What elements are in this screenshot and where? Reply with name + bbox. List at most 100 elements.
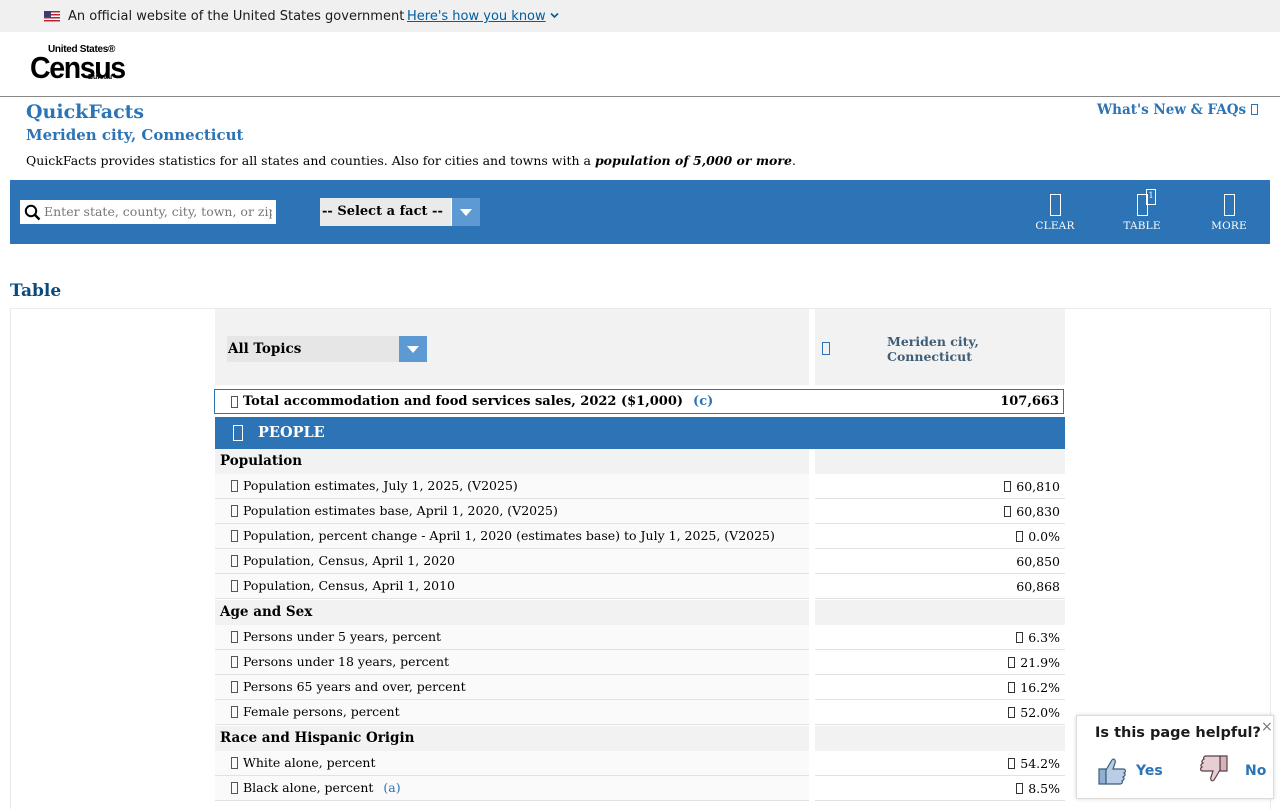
flag-icon[interactable]: [1008, 682, 1016, 693]
info-icon[interactable]: [231, 757, 238, 769]
row-label: White alone, percent: [243, 755, 376, 770]
site-header: United States® Census Bureau: [0, 32, 1280, 97]
selected-fact-label: Total accommodation and food services sa…: [243, 394, 713, 409]
row-label: Population estimates, July 1, 2025, (V20…: [243, 478, 518, 493]
official-site-text: An official website of the United States…: [68, 9, 405, 24]
toolbar: -- Select a fact -- CLEAR 1 TABLE MORE: [10, 180, 1270, 244]
group-label: Race and Hispanic Origin: [220, 730, 415, 746]
table-button[interactable]: 1 TABLE: [1112, 189, 1172, 236]
row-value: 54.2%: [1008, 756, 1060, 771]
clear-label: CLEAR: [1035, 220, 1075, 232]
flag-icon[interactable]: [1008, 707, 1016, 718]
table-count-badge: 1: [1146, 189, 1156, 205]
row-label: Population, Census, April 1, 2010: [243, 578, 455, 593]
footnote-link[interactable]: (a): [383, 780, 400, 795]
table-row: Population estimates base, April 1, 2020…: [215, 499, 1065, 524]
chevron-down-icon[interactable]: [399, 336, 427, 362]
info-icon[interactable]: [231, 480, 238, 492]
row-value: 21.9%: [1008, 655, 1060, 670]
info-icon[interactable]: [231, 656, 238, 668]
logo-line-3: Bureau: [88, 74, 113, 81]
info-icon[interactable]: [231, 706, 238, 718]
search-box[interactable]: [20, 200, 276, 224]
info-icon[interactable]: [231, 681, 238, 693]
table-row: Population, Census, April 1, 2010 60,868: [215, 574, 1065, 599]
flag-icon[interactable]: [1008, 758, 1016, 769]
more-button[interactable]: MORE: [1199, 192, 1259, 236]
row-label: Persons under 5 years, percent: [243, 629, 442, 644]
geo-name[interactable]: Meriden city, Connecticut: [887, 334, 997, 364]
flag-icon[interactable]: [1004, 481, 1012, 492]
how-you-know-link[interactable]: Here's how you know: [407, 9, 546, 24]
row-value: 16.2%: [1008, 680, 1060, 695]
table-label: TABLE: [1123, 220, 1161, 232]
more-label: MORE: [1211, 220, 1247, 232]
description-prefix: QuickFacts provides statistics for all s…: [26, 153, 595, 168]
group-header-left: Race and Hispanic Origin: [215, 726, 809, 751]
footnote-link[interactable]: (c): [693, 394, 713, 409]
row-label-text: Black alone, percent: [243, 780, 374, 795]
row-value: 0.0%: [1016, 529, 1060, 544]
select-fact-dropdown[interactable]: -- Select a fact --: [320, 198, 480, 226]
table-row: Persons under 5 years, percent 6.3%: [215, 625, 1065, 650]
whats-new-link[interactable]: What's New & FAQs: [1097, 102, 1258, 118]
feedback-widget: Is this page helpful? × Yes No: [1076, 715, 1274, 799]
yes-button[interactable]: Yes: [1097, 756, 1163, 790]
info-icon[interactable]: [231, 555, 238, 567]
page-subtitle: Meriden city, Connecticut: [26, 126, 244, 144]
row-value-text: 54.2%: [1020, 756, 1060, 771]
flag-icon[interactable]: [1016, 632, 1024, 643]
clear-icon: [1049, 194, 1061, 216]
table-row: Population estimates, July 1, 2025, (V20…: [215, 474, 1065, 499]
row-value-text: 60,810: [1016, 479, 1060, 494]
page-description: QuickFacts provides statistics for all s…: [26, 153, 796, 168]
info-icon[interactable]: [822, 342, 830, 355]
page-title[interactable]: QuickFacts: [26, 101, 144, 123]
row-value-text: 8.5%: [1028, 781, 1060, 796]
thumbs-up-icon: [1098, 758, 1126, 785]
group-header-left: Population: [215, 449, 809, 474]
close-icon[interactable]: ×: [1261, 719, 1273, 735]
us-flag-icon: [44, 11, 60, 22]
info-icon[interactable]: [231, 580, 238, 592]
flag-icon[interactable]: [1016, 783, 1024, 794]
search-input[interactable]: [44, 202, 272, 220]
topic-header-cell: All Topics: [215, 309, 809, 385]
info-icon[interactable]: [231, 396, 238, 408]
row-label: Persons 65 years and over, percent: [243, 679, 466, 694]
flag-icon[interactable]: [1004, 506, 1012, 517]
topics-dropdown[interactable]: All Topics: [227, 336, 427, 362]
chevron-down-icon[interactable]: [550, 12, 559, 19]
geo-header-cell: Meriden city, Connecticut: [815, 309, 1065, 385]
census-logo[interactable]: United States® Census Bureau: [30, 44, 126, 85]
row-value: 60,830: [1004, 504, 1060, 519]
row-value-text: 16.2%: [1020, 680, 1060, 695]
flag-icon[interactable]: [1016, 531, 1024, 542]
people-label: PEOPLE: [258, 424, 325, 441]
info-icon[interactable]: [231, 782, 238, 794]
feedback-question: Is this page helpful?: [1095, 725, 1261, 741]
info-icon[interactable]: [231, 530, 238, 542]
info-icon[interactable]: [231, 631, 238, 643]
row-label: Female persons, percent: [243, 704, 400, 719]
row-value: 60,868: [1016, 579, 1060, 594]
row-label: Persons under 18 years, percent: [243, 654, 450, 669]
select-fact-label: -- Select a fact --: [322, 204, 443, 219]
group-header-right: [815, 726, 1065, 751]
people-section-header[interactable]: PEOPLE: [215, 417, 1065, 449]
row-value: 60,850: [1016, 554, 1060, 569]
chevron-down-icon[interactable]: [451, 198, 480, 226]
group-header-right: [815, 600, 1065, 625]
row-label: Population, Census, April 1, 2020: [243, 553, 455, 568]
external-link-icon: [1250, 104, 1258, 115]
row-value: 60,810: [1004, 479, 1060, 494]
info-icon[interactable]: [231, 505, 238, 517]
table-row: Black alone, percent (a) 8.5%: [215, 776, 1065, 801]
row-value-text: 52.0%: [1020, 705, 1060, 720]
row-value-text: 0.0%: [1028, 529, 1060, 544]
table-row: Persons 65 years and over, percent 16.2%: [215, 675, 1065, 700]
row-value-text: 21.9%: [1020, 655, 1060, 670]
clear-button[interactable]: CLEAR: [1025, 192, 1085, 236]
flag-icon[interactable]: [1008, 657, 1016, 668]
selected-fact-row[interactable]: Total accommodation and food services sa…: [214, 389, 1064, 414]
